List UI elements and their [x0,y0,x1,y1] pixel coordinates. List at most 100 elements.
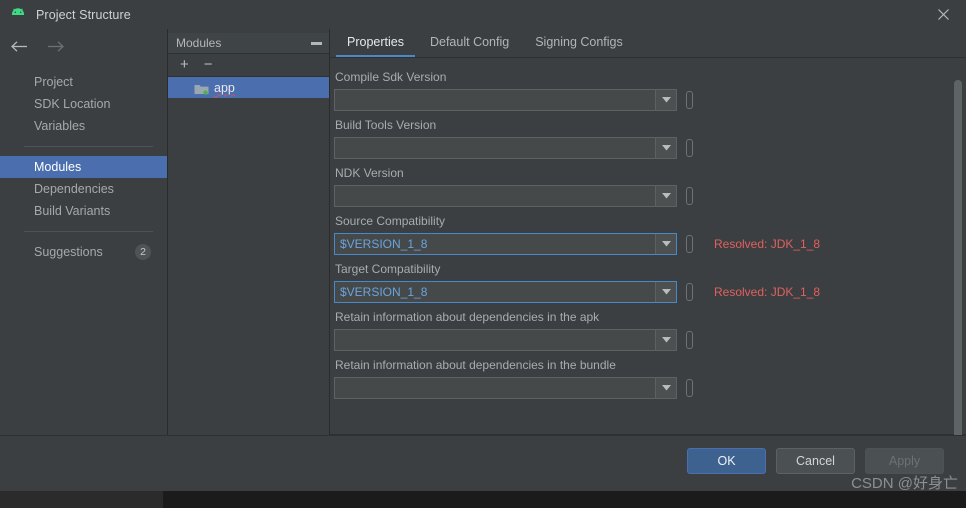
property-field: Compile Sdk Version [334,70,966,111]
remove-module-button[interactable]: − [204,57,213,72]
add-module-button[interactable]: + [180,57,189,72]
sidebar-item-project[interactable]: Project [0,71,167,93]
sidebar-item-label: Suggestions [34,245,103,259]
field-row [334,137,966,159]
minimize-icon[interactable] [311,42,322,45]
field-row [334,377,966,399]
sidebar-item-label: Project [34,75,73,89]
close-icon [937,9,949,20]
sidebar-item-label: SDK Location [34,97,111,111]
field-row: $VERSION_1_8 Resolved: JDK_1_8 [334,233,966,255]
chevron-down-icon[interactable] [655,90,676,110]
close-button[interactable] [920,0,966,29]
resolved-value-text: Resolved: JDK_1_8 [714,285,821,299]
sidebar-item-modules[interactable]: Modules [0,156,167,178]
cancel-button[interactable]: Cancel [776,448,855,474]
modules-panel-header: Modules [168,33,329,54]
properties-fields: Compile Sdk Version Build Tools Version ND… [330,58,966,434]
chevron-down-icon[interactable] [655,378,676,398]
dialog-footer: OK Cancel Apply CSDN @好身亡 [0,435,966,492]
desktop-background-left [0,491,163,508]
navigation-list: Project SDK Location Variables Modules Depen… [0,71,167,263]
arrow-right-icon[interactable] [46,40,65,53]
combo-box[interactable] [334,185,677,207]
field-label: Retain information about dependencies in… [335,358,616,372]
module-folder-icon [194,82,209,95]
ok-button[interactable]: OK [687,448,766,474]
properties-scrollbar[interactable] [953,60,963,464]
tab-properties[interactable]: Properties [334,29,417,57]
dialog-body: Project SDK Location Variables Modules Depen… [0,29,966,464]
field-label: Target Compatibility [335,262,441,276]
apply-button: Apply [865,448,944,474]
modules-panel: Modules + − app [168,29,330,435]
field-row: $VERSION_1_8 Resolved: JDK_1_8 [334,281,966,303]
field-label: Build Tools Version [335,118,437,132]
sidebar-item-label: Build Variants [34,204,111,218]
chevron-down-icon[interactable] [655,282,676,302]
arrow-left-icon[interactable] [10,40,29,53]
modules-panel-title: Modules [176,36,222,50]
variable-picker-button[interactable] [686,379,693,397]
window-title: Project Structure [36,7,131,22]
variable-picker-button[interactable] [686,187,693,205]
field-row [334,185,966,207]
field-row [334,89,966,111]
chevron-down-icon[interactable] [655,138,676,158]
sidebar-item-dependencies[interactable]: Dependencies [0,178,167,200]
modules-list: app [168,77,329,435]
properties-panel: Properties Default Config Signing Configs … [330,29,966,464]
combo-value[interactable]: $VERSION_1_8 [335,285,655,299]
property-field: Retain information about dependencies in… [334,358,966,399]
sidebar-item-sdk-location[interactable]: SDK Location [0,93,167,115]
tab-signing-configs[interactable]: Signing Configs [522,29,636,57]
left-navigation-panel: Project SDK Location Variables Modules Depen… [0,29,168,435]
navigation-arrows [0,33,167,59]
field-label: NDK Version [335,166,404,180]
field-row [334,329,966,351]
properties-tabs: Properties Default Config Signing Configs [330,29,966,58]
android-icon [9,7,27,22]
combo-box[interactable] [334,329,677,351]
variable-picker-button[interactable] [686,235,693,253]
title-bar: Project Structure [0,0,966,29]
variable-picker-button[interactable] [686,139,693,157]
modules-toolbar: + − [168,54,329,77]
module-list-item[interactable]: app [168,77,329,98]
combo-box[interactable]: $VERSION_1_8 [334,281,677,303]
chevron-down-icon[interactable] [655,330,676,350]
property-field: Retain information about dependencies in… [334,310,966,351]
resolved-value-text: Resolved: JDK_1_8 [714,237,821,251]
property-field: Target Compatibility $VERSION_1_8 Resolved… [334,262,966,303]
combo-box[interactable]: $VERSION_1_8 [334,233,677,255]
property-field: NDK Version [334,166,966,207]
module-name: app [214,80,235,95]
sidebar-item-label: Variables [34,119,86,133]
sidebar-item-label: Dependencies [34,182,114,196]
chevron-down-icon[interactable] [655,234,676,254]
combo-box[interactable] [334,89,677,111]
watermark: CSDN @好身亡 [851,475,958,492]
scrollbar-thumb[interactable] [954,80,962,464]
sidebar-item-build-variants[interactable]: Build Variants [0,200,167,222]
combo-value[interactable]: $VERSION_1_8 [335,237,655,251]
variable-picker-button[interactable] [686,331,693,349]
sidebar-item-suggestions[interactable]: Suggestions 2 [0,241,167,263]
field-label: Retain information about dependencies in… [335,310,600,324]
nav-separator [24,146,153,147]
suggestions-count-badge: 2 [135,244,151,260]
sidebar-item-label: Modules [34,160,82,174]
field-label: Compile Sdk Version [335,70,447,84]
chevron-down-icon[interactable] [655,186,676,206]
project-structure-dialog: Project Structure Project SDK Location V… [0,0,966,492]
sidebar-item-variables[interactable]: Variables [0,115,167,137]
variable-picker-button[interactable] [686,91,693,109]
field-label: Source Compatibility [335,214,446,228]
property-field: Build Tools Version [334,118,966,159]
nav-separator [24,231,153,232]
combo-box[interactable] [334,377,677,399]
property-field: Source Compatibility $VERSION_1_8 Resolved… [334,214,966,255]
variable-picker-button[interactable] [686,283,693,301]
combo-box[interactable] [334,137,677,159]
tab-default-config[interactable]: Default Config [417,29,522,57]
